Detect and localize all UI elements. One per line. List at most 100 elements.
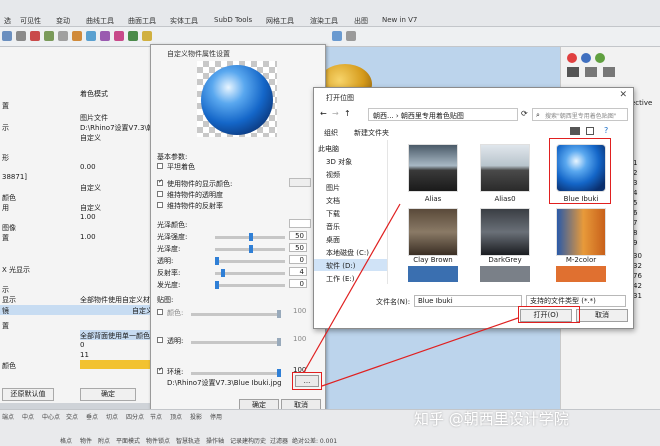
tool-icon[interactable] — [16, 31, 26, 41]
tool-icon[interactable] — [142, 31, 152, 41]
color-texture-checkbox[interactable] — [157, 309, 163, 315]
osnap-quadrant[interactable]: 四分点 — [126, 412, 144, 421]
nav-item-desktop[interactable]: 桌面 — [326, 235, 340, 245]
gloss-degree-input[interactable]: 50 — [289, 243, 307, 252]
breadcrumb[interactable]: 朝西... › 朝西里专用着色贴图 — [373, 111, 464, 121]
custom-value[interactable]: 自定义 — [80, 133, 101, 143]
nav-item-local-disk-c[interactable]: 本地磁盘 (C:) — [326, 248, 369, 258]
preview-pane-icon[interactable] — [586, 127, 594, 135]
up-arrow-icon[interactable]: ↑ — [344, 109, 351, 118]
gloss-intensity-input[interactable]: 50 — [289, 231, 307, 240]
transparency-slider[interactable] — [215, 257, 285, 265]
use-display-color-checkbox[interactable] — [157, 178, 163, 186]
transparent-texture-checkbox[interactable] — [157, 337, 163, 343]
num-value[interactable]: 1.00 — [80, 233, 96, 241]
thumbnail-darkgrey[interactable] — [480, 208, 530, 256]
osnap-intersection[interactable]: 交点 — [66, 412, 78, 421]
new-folder-button[interactable]: 新建文件夹 — [354, 128, 389, 138]
menu-tab-curve-tools[interactable]: 曲线工具 — [86, 16, 114, 26]
search-box[interactable]: ⌕ 搜索"朝西里专用着色贴图" — [532, 108, 628, 121]
shading-mode-value[interactable]: 着色模式 — [80, 89, 108, 99]
color-texture-slider[interactable] — [191, 310, 281, 318]
menu-tab-render-tools[interactable]: 渲染工具 — [310, 16, 338, 26]
transparency-input[interactable]: 0 — [289, 255, 307, 264]
forward-arrow-icon[interactable]: → — [332, 109, 339, 118]
tool-icon[interactable] — [332, 31, 342, 41]
keep-reflectivity-checkbox[interactable] — [157, 202, 163, 208]
image-file-value[interactable]: 图片文件 — [80, 113, 108, 123]
osnap-project[interactable]: 投影 — [190, 412, 202, 421]
status-smarttrack[interactable]: 智慧轨迹 — [176, 436, 200, 445]
status-grid[interactable]: 格点 — [60, 436, 72, 445]
display-color-swatch[interactable] — [289, 178, 311, 187]
nav-item-downloads[interactable]: 下载 — [326, 209, 340, 219]
flat-shading-checkbox[interactable] — [157, 163, 163, 169]
organize-menu[interactable]: 组织 — [324, 128, 338, 138]
status-history[interactable]: 记录建构历史 — [230, 436, 266, 445]
nav-item-music[interactable]: 音乐 — [326, 222, 340, 232]
material-icon[interactable] — [581, 53, 591, 63]
tool-icon[interactable] — [346, 31, 356, 41]
tool-icon[interactable] — [114, 31, 124, 41]
thumbnail-m-2color[interactable] — [556, 208, 606, 256]
menu-tab-layout[interactable]: 出图 — [354, 16, 368, 26]
left-ok-button[interactable]: 确定 — [80, 388, 136, 401]
all-objects-material-value[interactable]: 全部物件使用自定义材质 — [80, 295, 157, 305]
menu-tab-solid-tools[interactable]: 实体工具 — [170, 16, 198, 26]
tool-icon[interactable] — [86, 31, 96, 41]
render-icon[interactable] — [567, 53, 577, 63]
thumbnail-partial[interactable] — [556, 266, 606, 282]
nav-item-documents[interactable]: 文档 — [326, 196, 340, 206]
status-gumball[interactable]: 操作轴 — [206, 436, 224, 445]
tool-icon[interactable] — [2, 31, 12, 41]
thumbnail-alias[interactable] — [408, 144, 458, 192]
thumbnail-clay-brown[interactable] — [408, 208, 458, 256]
tool-icon[interactable] — [100, 31, 110, 41]
gloss-degree-slider[interactable] — [215, 245, 285, 253]
osnap-midpoint[interactable]: 中点 — [22, 412, 34, 421]
color-texture-value[interactable]: 100 — [293, 307, 306, 315]
view-mode-icon[interactable] — [570, 127, 580, 135]
nav-item-drive-e[interactable]: 工作 (E:) — [326, 274, 354, 284]
osnap-vertex[interactable]: 顶点 — [170, 412, 182, 421]
osnap-center[interactable]: 中心点 — [42, 412, 60, 421]
image-path-value[interactable]: D:\Rhino7设置V7.3\朝西 — [80, 123, 161, 133]
status-filter[interactable]: 过滤器 — [270, 436, 288, 445]
keep-transparency-checkbox[interactable] — [157, 191, 163, 197]
osnap-knot[interactable]: 节点 — [150, 412, 162, 421]
gloss-color-swatch[interactable] — [289, 219, 311, 228]
osnap-tangent[interactable]: 切点 — [106, 412, 118, 421]
nav-item-3d-objects[interactable]: 3D 对象 — [326, 157, 352, 167]
zero-value[interactable]: 0 — [80, 341, 84, 349]
back-arrow-icon[interactable]: ← — [320, 109, 327, 118]
luminance-slider[interactable] — [215, 281, 285, 289]
menu-tab-mesh-tools[interactable]: 网格工具 — [266, 16, 294, 26]
nav-item-this-pc[interactable]: 此电脑 — [318, 144, 339, 154]
display-icon[interactable] — [603, 67, 615, 77]
reflectivity-slider[interactable] — [215, 269, 285, 277]
thumbnail-partial[interactable] — [480, 266, 530, 282]
restore-default-button[interactable]: 还原默认值 — [2, 388, 54, 401]
menu-tab-surface-tools[interactable]: 曲面工具 — [128, 16, 156, 26]
address-bar[interactable]: 朝西... › 朝西里专用着色贴图 — [368, 108, 518, 121]
transparent-texture-slider[interactable] — [191, 338, 281, 346]
tool-icon[interactable] — [44, 31, 54, 41]
file-cancel-button[interactable]: 取消 — [576, 309, 628, 322]
thumbnail-alias0[interactable] — [480, 144, 530, 192]
layer-icon[interactable] — [585, 67, 597, 77]
osnap-endpoint[interactable]: 端点 — [2, 412, 14, 421]
environment-texture-checkbox[interactable] — [157, 366, 163, 374]
osnap-perpendicular[interactable]: 垂点 — [86, 412, 98, 421]
luminance-input[interactable]: 0 — [289, 279, 307, 288]
status-snap[interactable]: 附点 — [98, 436, 110, 445]
tool-icon[interactable] — [128, 31, 138, 41]
menu-tab-new-in-v7[interactable]: New in V7 — [382, 16, 417, 24]
reflectivity-input[interactable]: 4 — [289, 267, 307, 276]
nav-item-drive-d[interactable]: 软件 (D:) — [326, 261, 355, 271]
tool-icon[interactable] — [72, 31, 82, 41]
menu-tab-subd-tools[interactable]: SubD Tools — [214, 16, 252, 24]
tool-icon[interactable] — [30, 31, 40, 41]
num-value[interactable]: 0.00 — [80, 163, 96, 171]
close-icon[interactable]: ✕ — [619, 90, 627, 100]
gloss-intensity-slider[interactable] — [215, 233, 285, 241]
